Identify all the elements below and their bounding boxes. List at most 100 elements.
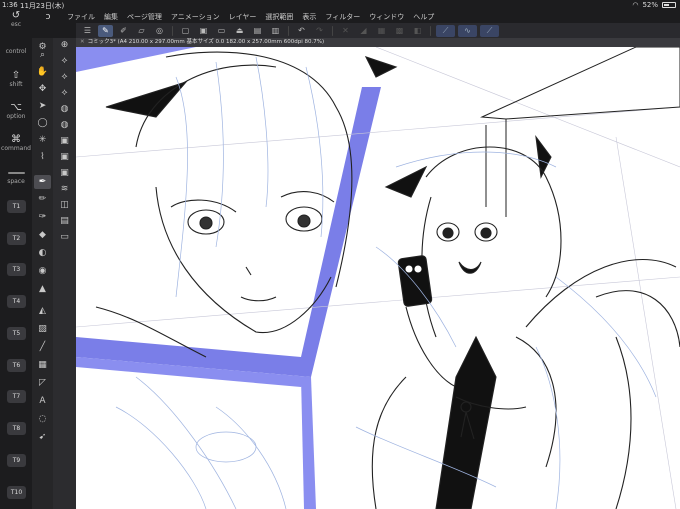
separator bbox=[332, 25, 333, 36]
battery-percent: 52% bbox=[642, 1, 658, 9]
text-icon[interactable]: A bbox=[34, 394, 51, 408]
document-tab[interactable]: ✕ コミック3* (A4 210.00 x 297.00mm 基本サイズ 0.0 … bbox=[76, 38, 680, 47]
print-icon[interactable]: ▥ bbox=[268, 25, 283, 37]
blend-icon[interactable]: ◐ bbox=[34, 246, 51, 260]
shift-key[interactable]: ⇧ shift bbox=[0, 70, 32, 88]
zoom-in-icon[interactable]: ⊕ bbox=[56, 38, 73, 52]
sub-tool-palette: ⊕ ⟡ ⟡ ⟡ ◍ ◍ ▣ ▣ ▣ ≋ ◫ ▤ ▭ bbox=[53, 38, 76, 509]
key-t9[interactable]: T9 bbox=[7, 454, 26, 467]
eraser-icon[interactable]: ▱ bbox=[134, 25, 149, 37]
key-t6[interactable]: T6 bbox=[7, 359, 26, 372]
menu-window[interactable]: ウィンドウ bbox=[369, 12, 404, 22]
folder-tool-icon[interactable]: ▭ bbox=[56, 230, 73, 244]
fill-icon[interactable]: ◢ bbox=[356, 25, 371, 37]
correct-line-icon[interactable]: ➹ bbox=[34, 430, 51, 444]
key-t7[interactable]: T7 bbox=[7, 390, 26, 403]
stabilizer-1-icon[interactable]: ⟋ bbox=[436, 24, 455, 37]
layers-icon[interactable]: ≋ bbox=[56, 182, 73, 196]
auto-select-icon[interactable]: ✳ bbox=[34, 133, 51, 147]
redo-icon[interactable]: ↷ bbox=[312, 25, 327, 37]
key-t2[interactable]: T2 bbox=[7, 232, 26, 245]
menu-page[interactable]: ページ管理 bbox=[127, 12, 162, 22]
subtool-square3-icon[interactable]: ▣ bbox=[56, 166, 73, 180]
fill-tool-icon[interactable]: ◉ bbox=[34, 264, 51, 278]
subtool-gpen-icon[interactable]: ⟡ bbox=[56, 86, 73, 100]
close-tab-icon[interactable]: ✕ bbox=[80, 39, 85, 45]
status-right: ◠ 52% bbox=[632, 1, 676, 9]
new-file-icon[interactable]: ▢ bbox=[178, 25, 193, 37]
menu-filter[interactable]: フィルター bbox=[325, 12, 360, 22]
esc-key[interactable]: ↺ esc bbox=[0, 10, 32, 28]
subtool-ink-icon[interactable]: ◍ bbox=[56, 102, 73, 116]
crop-icon[interactable]: ▩ bbox=[392, 25, 407, 37]
clip-icon[interactable]: ◎ bbox=[152, 25, 167, 37]
layer-icon[interactable]: ◧ bbox=[410, 25, 425, 37]
control-label: control bbox=[5, 48, 27, 55]
control-key[interactable]: control bbox=[0, 48, 32, 55]
space-bar-icon bbox=[8, 172, 25, 174]
pen-tool-icon[interactable]: ✎ bbox=[98, 24, 113, 37]
gradient-icon[interactable]: ▨ bbox=[34, 322, 51, 336]
lasso-icon[interactable]: ◯ bbox=[34, 116, 51, 130]
menu-file[interactable]: ファイル bbox=[67, 12, 95, 22]
brush-icon[interactable]: ✐ bbox=[116, 25, 131, 37]
key-t5[interactable]: T5 bbox=[7, 327, 26, 340]
hamburger-menu-icon[interactable]: ☰ bbox=[80, 25, 95, 37]
status-bar: 1:36 11月23日(木) ◠ 52% bbox=[0, 0, 680, 10]
space-key[interactable]: space bbox=[0, 178, 32, 185]
key-t4[interactable]: T4 bbox=[7, 295, 26, 308]
frame-icon[interactable]: ▦ bbox=[34, 358, 51, 372]
menu-selection[interactable]: 選択範囲 bbox=[265, 12, 293, 22]
menu-view[interactable]: 表示 bbox=[302, 12, 316, 22]
command-key[interactable]: ⌘ command bbox=[0, 134, 32, 152]
subtool-drop-icon[interactable]: ◍ bbox=[56, 118, 73, 132]
balloon-icon[interactable]: ◌ bbox=[34, 412, 51, 426]
subtool-list-icon[interactable]: ▤ bbox=[56, 214, 73, 228]
operation-icon[interactable]: ➤ bbox=[34, 99, 51, 113]
eraser-tool-icon[interactable]: ◆ bbox=[34, 228, 51, 242]
move-icon[interactable]: ✥ bbox=[34, 82, 51, 96]
eyedropper-icon[interactable]: ⌇ bbox=[34, 150, 51, 164]
pen-icon[interactable]: ✒ bbox=[34, 175, 51, 189]
esc-icon: ↺ bbox=[11, 10, 21, 21]
document-tab-title: コミック3* (A4 210.00 x 297.00mm 基本サイズ 0.0 1… bbox=[87, 39, 325, 45]
stabilizer-2-icon[interactable]: ∿ bbox=[458, 24, 477, 37]
clear-icon[interactable]: ✕ bbox=[338, 25, 353, 37]
menu-help[interactable]: ヘルプ bbox=[413, 12, 434, 22]
menu-bar: ↄ ファイル 編集 ページ管理 アニメーション レイヤー 選択範囲 表示 フィル… bbox=[32, 10, 680, 23]
menu-animation[interactable]: アニメーション bbox=[171, 12, 220, 22]
stamp-icon[interactable]: ▲ bbox=[34, 282, 51, 296]
hand-icon[interactable]: ✋ bbox=[34, 65, 51, 79]
brush-tool-icon[interactable]: ✑ bbox=[34, 210, 51, 224]
zoom-icon[interactable]: ⌕ bbox=[34, 48, 51, 62]
subtool-pen-icon[interactable]: ⟡ bbox=[56, 54, 73, 68]
ruler-icon[interactable]: ◸ bbox=[34, 376, 51, 390]
key-t3[interactable]: T3 bbox=[7, 263, 26, 276]
bucket-icon[interactable]: ◭ bbox=[34, 304, 51, 318]
drawing-canvas[interactable] bbox=[76, 47, 680, 509]
pencil-icon[interactable]: ✏ bbox=[34, 192, 51, 206]
separator bbox=[172, 25, 173, 36]
open-file-icon[interactable]: ▣ bbox=[196, 25, 211, 37]
shift-icon: ⇧ bbox=[11, 70, 21, 81]
clip-studio-icon[interactable]: ↄ bbox=[42, 11, 54, 22]
menu-edit[interactable]: 編集 bbox=[104, 12, 118, 22]
shift-label: shift bbox=[9, 81, 23, 88]
transform-icon[interactable]: ▦ bbox=[374, 25, 389, 37]
key-t1[interactable]: T1 bbox=[7, 200, 26, 213]
key-t10[interactable]: T10 bbox=[7, 486, 26, 499]
subtool-square2-icon[interactable]: ▣ bbox=[56, 150, 73, 164]
menu-layer[interactable]: レイヤー bbox=[229, 12, 257, 22]
wifi-icon: ◠ bbox=[632, 1, 639, 9]
key-t8[interactable]: T8 bbox=[7, 422, 26, 435]
layer-add-icon[interactable]: ◫ bbox=[56, 198, 73, 212]
save-icon[interactable]: ⏏ bbox=[232, 25, 247, 37]
option-key[interactable]: ⌥ option bbox=[0, 102, 32, 120]
subtool-marker-icon[interactable]: ⟡ bbox=[56, 70, 73, 84]
folder-icon[interactable]: ▭ bbox=[214, 25, 229, 37]
undo-icon[interactable]: ↶ bbox=[294, 25, 309, 37]
stabilizer-3-icon[interactable]: ⟋ bbox=[480, 24, 499, 37]
subtool-square-icon[interactable]: ▣ bbox=[56, 134, 73, 148]
line-icon[interactable]: ╱ bbox=[34, 340, 51, 354]
export-icon[interactable]: ▤ bbox=[250, 25, 265, 37]
